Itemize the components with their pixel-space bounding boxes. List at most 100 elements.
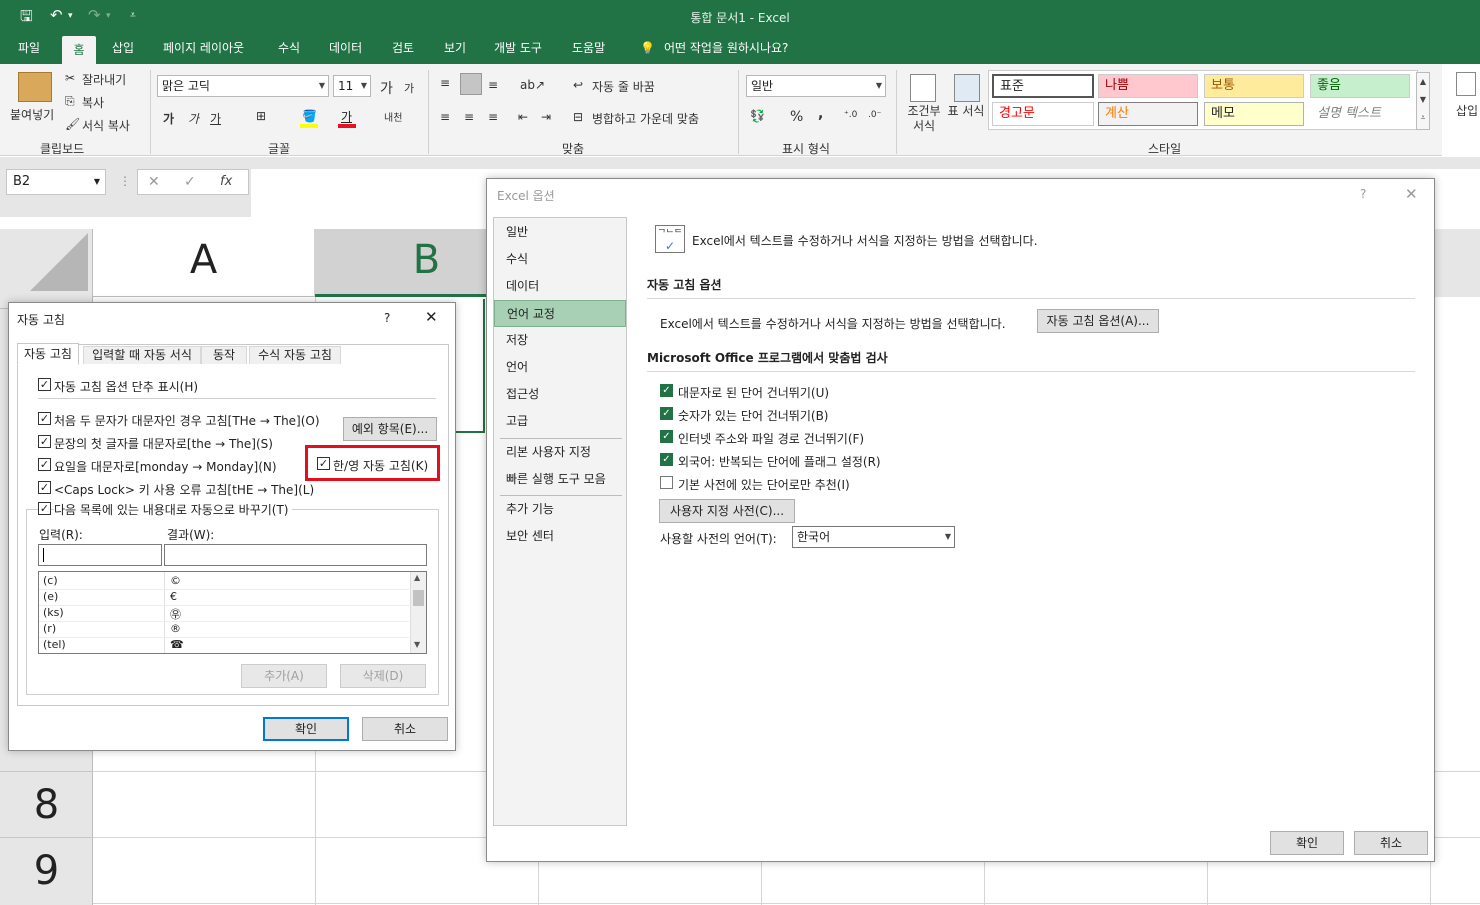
enter-icon[interactable]: ✓ xyxy=(184,174,196,190)
custom-dictionaries-button[interactable]: 사용자 지정 사전(C)... xyxy=(659,499,795,523)
row-header-8[interactable]: 8 xyxy=(0,771,93,837)
nav-advanced[interactable]: 고급 xyxy=(494,408,626,435)
scroll-down-icon[interactable]: ▼ xyxy=(414,640,420,649)
tab-help[interactable]: 도움말 xyxy=(564,34,613,64)
table-format-button[interactable]: 표 서식 xyxy=(946,104,986,119)
comma-button[interactable]: , xyxy=(818,106,823,122)
flag-repeated-checkbox[interactable]: ✓ xyxy=(660,453,673,466)
scroll-up-icon[interactable]: ▲ xyxy=(414,573,420,582)
phonetic-button[interactable]: 내천 xyxy=(384,109,402,124)
delete-button[interactable]: 삭제(D) xyxy=(340,664,426,688)
help-icon[interactable]: ? xyxy=(1360,187,1366,201)
capitalize-sentences-checkbox[interactable]: ✓ xyxy=(38,435,51,448)
list-item-input[interactable]: (r) xyxy=(43,622,56,635)
align-left-icon[interactable]: ≡ xyxy=(440,110,450,124)
fill-color-icon[interactable]: 🪣 xyxy=(302,109,317,123)
merge-center-button[interactable]: 병합하고 가운데 맞춤 xyxy=(592,110,699,127)
align-middle-icon[interactable] xyxy=(460,73,482,95)
scroll-thumb[interactable] xyxy=(413,590,424,606)
font-name-combo[interactable]: 맑은 고딕 ▼ xyxy=(157,75,329,97)
cut-icon[interactable]: ✂ xyxy=(65,71,75,85)
ok-button[interactable]: 확인 xyxy=(263,717,349,741)
tab-review[interactable]: 검토 xyxy=(384,34,422,64)
cancel-button[interactable]: 취소 xyxy=(362,717,448,741)
replace-text-checkbox[interactable]: ✓ xyxy=(38,502,51,515)
list-item-input[interactable]: (e) xyxy=(43,590,58,603)
style-warning[interactable]: 경고문 xyxy=(992,102,1094,126)
hanyoung-checkbox[interactable]: ✓ xyxy=(317,457,330,470)
add-button[interactable]: 추가(A) xyxy=(241,664,327,688)
decrease-indent-icon[interactable]: ⇤ xyxy=(518,110,528,124)
font-size-combo[interactable]: 11 ▼ xyxy=(333,75,371,97)
tab-page-layout[interactable]: 페이지 레이아웃 xyxy=(155,34,252,64)
cut-button[interactable]: 잘라내기 xyxy=(82,71,126,88)
nav-data[interactable]: 데이터 xyxy=(494,273,626,300)
format-painter-button[interactable]: 서식 복사 xyxy=(82,117,130,134)
tab-actions[interactable]: 동작 xyxy=(201,346,247,364)
shrink-font-button[interactable]: 가 xyxy=(404,80,414,96)
skip-numbers-checkbox[interactable]: ✓ xyxy=(660,407,673,420)
help-icon[interactable]: ? xyxy=(384,311,390,325)
nav-accessibility[interactable]: 접근성 xyxy=(494,381,626,408)
nav-quick-access[interactable]: 빠른 실행 도구 모음 xyxy=(494,466,626,493)
nav-formulas[interactable]: 수식 xyxy=(494,246,626,273)
capitalize-days-checkbox[interactable]: ✓ xyxy=(38,458,51,471)
nav-general[interactable]: 일반 xyxy=(494,219,626,246)
tab-view[interactable]: 보기 xyxy=(436,34,474,64)
wrap-text-icon[interactable]: ↩ xyxy=(573,78,583,92)
align-bottom-icon[interactable]: ≡ xyxy=(488,78,498,92)
list-scrollbar[interactable]: ▲ ▼ xyxy=(410,572,426,653)
nav-customize-ribbon[interactable]: 리본 사용자 지정 xyxy=(494,439,626,466)
dictionary-language-select[interactable]: 한국어 ▼ xyxy=(792,526,955,548)
style-normal[interactable]: 표준 xyxy=(992,74,1094,98)
merge-icon[interactable]: ⊟ xyxy=(573,110,583,124)
name-box[interactable]: B2 ▼ xyxy=(6,169,106,195)
tab-insert[interactable]: 삽입 xyxy=(104,34,142,64)
align-right-icon[interactable]: ≡ xyxy=(488,110,498,124)
tab-autocorrect[interactable]: 자동 고침 xyxy=(17,343,79,365)
style-calculation[interactable]: 계산 xyxy=(1098,102,1198,126)
tab-autoformat[interactable]: 입력할 때 자동 서식 xyxy=(83,346,201,364)
column-header-a[interactable]: A xyxy=(93,229,315,297)
show-buttons-checkbox[interactable]: ✓ xyxy=(38,378,51,391)
tab-home[interactable]: 홈 xyxy=(62,36,96,64)
tell-me-search[interactable]: 어떤 작업을 원하시나요? xyxy=(656,34,796,64)
format-painter-icon[interactable]: 🖌 xyxy=(65,117,80,131)
align-top-icon[interactable]: ≡ xyxy=(440,76,450,90)
border-icon[interactable]: ⊞ xyxy=(256,109,266,123)
wrap-text-button[interactable]: 자동 줄 바꿈 xyxy=(592,78,655,95)
style-neutral[interactable]: 보통 xyxy=(1204,74,1304,98)
nav-addins[interactable]: 추가 기능 xyxy=(494,496,626,523)
tab-developer[interactable]: 개발 도구 xyxy=(486,34,550,64)
exceptions-button[interactable]: 예외 항목(E)... xyxy=(343,417,437,441)
increase-indent-icon[interactable]: ⇥ xyxy=(541,110,551,124)
list-item-input[interactable]: (c) xyxy=(43,574,58,587)
autocorrect-options-button[interactable]: 자동 고침 옵션(A)... xyxy=(1037,309,1159,333)
list-item-input[interactable]: (ks) xyxy=(43,606,64,619)
close-icon[interactable]: ✕ xyxy=(425,308,438,326)
bold-button[interactable]: 가 xyxy=(163,110,174,127)
paste-button[interactable]: 붙여넣기 xyxy=(10,106,54,123)
cancel-icon[interactable]: ✕ xyxy=(148,174,160,190)
list-item-input[interactable]: (tel) xyxy=(43,638,66,651)
decrease-decimal-icon[interactable]: .0⁻ xyxy=(868,110,881,120)
style-bad[interactable]: 나쁨 xyxy=(1098,74,1198,98)
with-input[interactable] xyxy=(164,544,427,566)
close-icon[interactable]: ✕ xyxy=(1405,185,1418,203)
underline-button[interactable]: 가 xyxy=(210,110,221,127)
nav-proofing[interactable]: 언어 교정 xyxy=(494,300,626,327)
table-format-icon[interactable] xyxy=(954,74,980,102)
replacement-list[interactable]: ▲ ▼ (c) © (e) € (ks) ㉾ (r) ® (tel) ☎ xyxy=(38,571,427,654)
font-color-button[interactable]: 가 xyxy=(341,108,352,125)
replace-input[interactable] xyxy=(38,544,162,566)
currency-icon[interactable]: 💱 xyxy=(750,109,765,123)
increase-decimal-icon[interactable]: ⁺.0 xyxy=(844,110,857,120)
tab-math-autocorrect[interactable]: 수식 자동 고침 xyxy=(249,346,341,364)
grow-font-button[interactable]: 가 xyxy=(380,78,393,98)
main-dict-only-checkbox[interactable] xyxy=(660,476,673,489)
tab-formulas[interactable]: 수식 xyxy=(270,34,308,64)
style-explanatory[interactable]: 설명 텍스트 xyxy=(1310,102,1410,126)
skip-urls-checkbox[interactable]: ✓ xyxy=(660,430,673,443)
conditional-format-icon[interactable] xyxy=(910,74,936,102)
style-good[interactable]: 좋음 xyxy=(1310,74,1410,98)
